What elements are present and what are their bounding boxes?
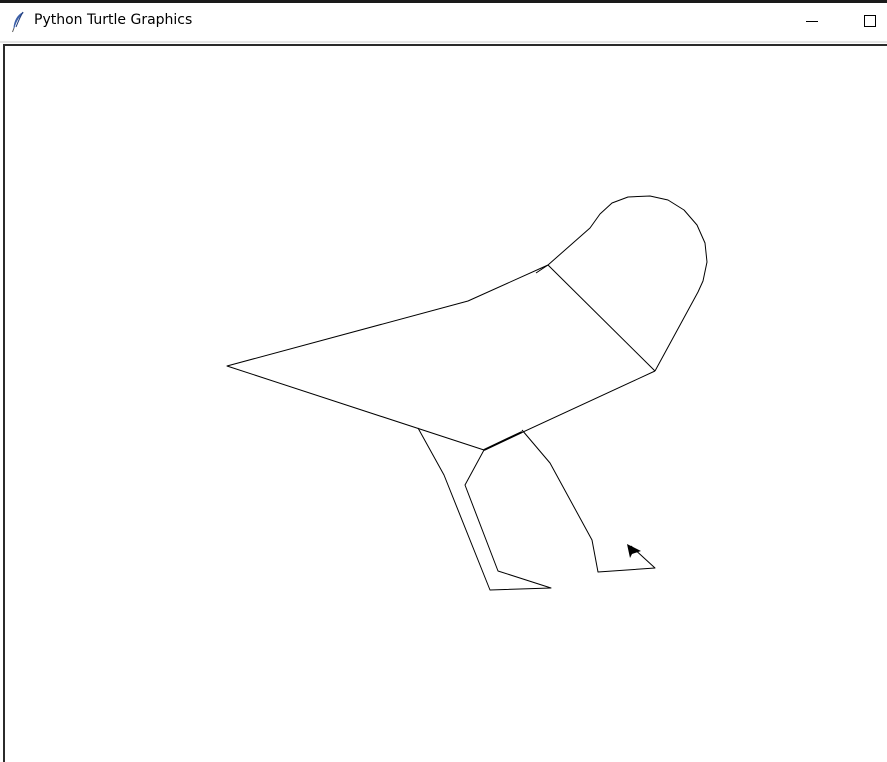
minimize-icon: [806, 21, 818, 22]
maximize-button[interactable]: [842, 3, 887, 41]
window-title: Python Turtle Graphics: [34, 12, 193, 28]
title-bar[interactable]: Python Turtle Graphics: [0, 3, 887, 41]
bird-neck-line: [547, 264, 656, 372]
turtle-arrow-icon: [627, 544, 641, 558]
turtle-window: Python Turtle Graphics: [0, 0, 887, 762]
bird-neck-tick: [535, 264, 549, 274]
feather-icon: [12, 11, 24, 33]
title-bar-divider: [0, 41, 887, 43]
maximize-icon: [864, 15, 876, 27]
minimize-button[interactable]: [784, 3, 842, 41]
bird-left-leg: [417, 427, 552, 591]
bird-body-outline: [226, 264, 656, 451]
turtle-canvas[interactable]: [5, 46, 887, 762]
bird-head-outline: [547, 195, 708, 372]
bird-belly-segment: [483, 431, 523, 451]
